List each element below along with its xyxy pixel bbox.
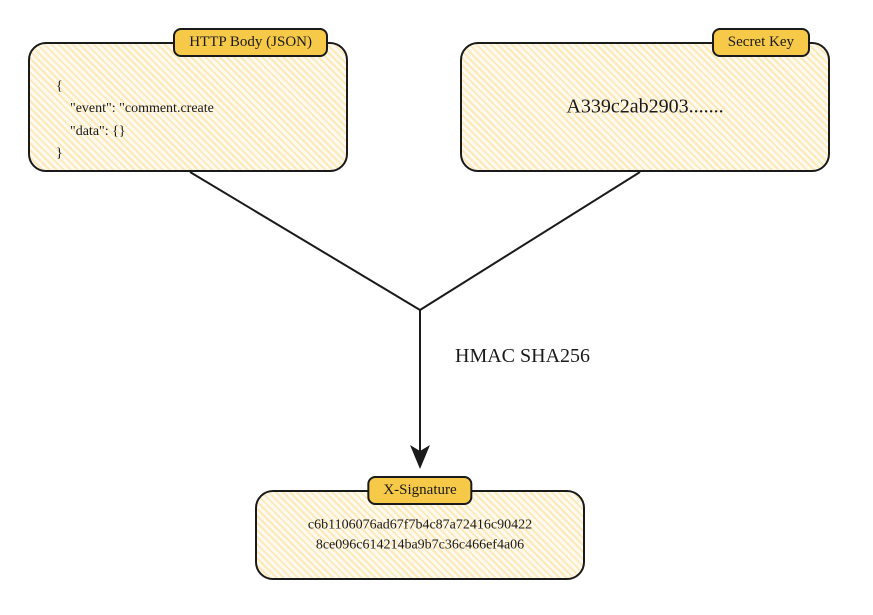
secret-key-box: Secret Key A339c2ab2903....... xyxy=(460,42,830,172)
http-body-content: { "event": "comment.create "data": {} } xyxy=(56,76,214,166)
http-body-box: HTTP Body (JSON) { "event": "comment.cre… xyxy=(28,42,348,172)
http-body-label: HTTP Body (JSON) xyxy=(173,28,328,57)
signature-line1: c6b1106076ad67f7b4c87a72416c90422 xyxy=(257,515,583,535)
algorithm-label: HMAC SHA256 xyxy=(455,345,590,368)
secret-key-content: A339c2ab2903....... xyxy=(462,96,828,119)
signature-label: X-Signature xyxy=(367,476,472,505)
secret-key-label: Secret Key xyxy=(712,28,810,57)
signature-box: X-Signature c6b1106076ad67f7b4c87a72416c… xyxy=(255,490,585,580)
signature-content: c6b1106076ad67f7b4c87a72416c90422 8ce096… xyxy=(257,515,583,554)
signature-line2: 8ce096c614214ba9b7c36c466ef4a06 xyxy=(257,535,583,555)
